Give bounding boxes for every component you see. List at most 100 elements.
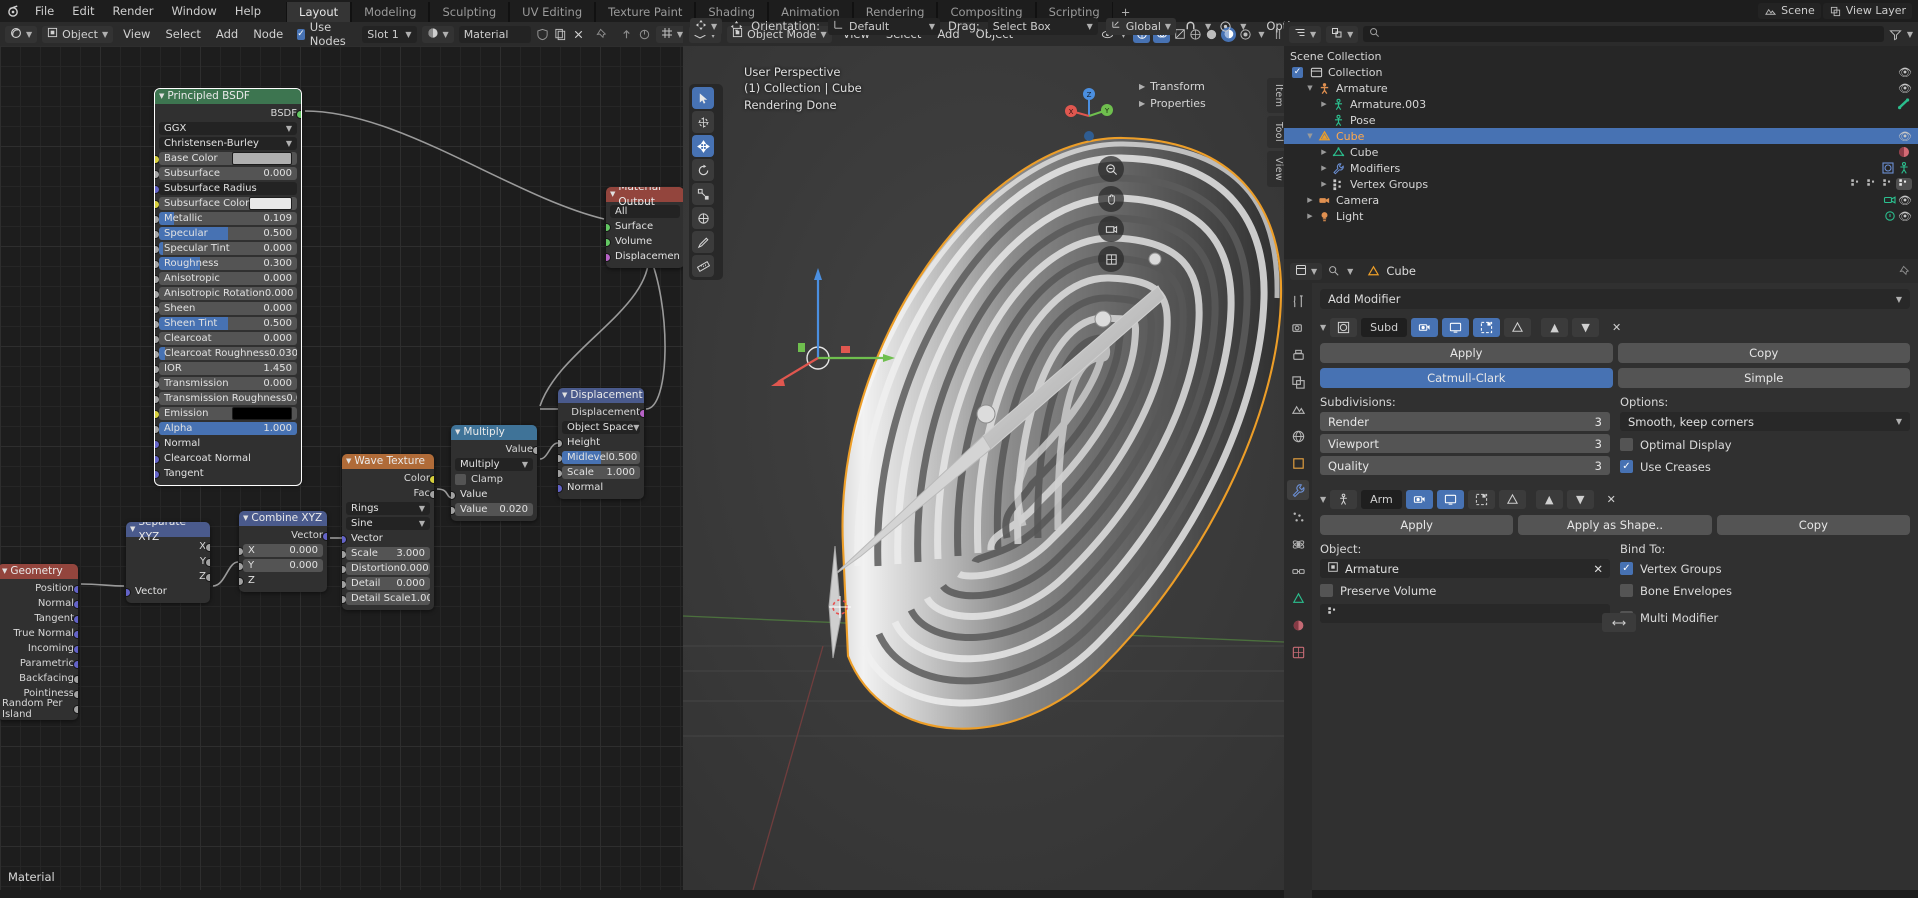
socket-true-normal[interactable]: [73, 630, 78, 639]
node-prop-emission[interactable]: Emission: [155, 407, 297, 420]
viewlayer-selector[interactable]: View Layer: [1822, 3, 1912, 19]
node-geometry[interactable]: ▼ Geometry Position Normal Tangent True N…: [0, 564, 78, 720]
node-menu-node[interactable]: Node: [248, 27, 288, 41]
menu-window[interactable]: Window: [162, 0, 225, 22]
wave-type-dropdown[interactable]: Rings ▼: [346, 502, 430, 515]
node-prop-anisotropic-rotation[interactable]: Anisotropic Rotation 0.000: [155, 287, 297, 300]
node-prop-value1[interactable]: Value: [451, 488, 533, 501]
side-tab-item[interactable]: Item: [1267, 78, 1284, 114]
socket-parametric[interactable]: [73, 660, 78, 669]
node-input-surface[interactable]: Surface: [606, 220, 680, 233]
node-prop-subsurface-radius[interactable]: Subsurface Radius: [155, 182, 297, 195]
node-material-output[interactable]: ▼Material Output All Surface Volume Disp…: [606, 187, 683, 268]
subsurface-color-swatch[interactable]: [249, 197, 292, 210]
node-output-normal[interactable]: Normal: [2, 597, 78, 610]
node-prop-detail[interactable]: Detail 0.000: [342, 577, 430, 590]
expand-triangle-icon[interactable]: ▼: [1320, 495, 1326, 504]
node-displacement[interactable]: ▼ Displacement Displacement Object Space ▼…: [558, 388, 644, 499]
view-axis-gizmo[interactable]: Z Y X: [1059, 86, 1119, 146]
bone-envelopes-checkbox[interactable]: [1620, 584, 1633, 597]
search-input[interactable]: [1363, 26, 1884, 42]
filter-icon[interactable]: [1889, 28, 1902, 41]
expand-triangle-icon[interactable]: ▼: [1320, 323, 1326, 332]
simple-button[interactable]: Simple: [1617, 368, 1910, 388]
move-tool[interactable]: [692, 135, 714, 157]
node-prop-y[interactable]: Y 0.000: [239, 559, 323, 572]
outliner-row-cube-mesh[interactable]: ▶ Cube: [1284, 144, 1918, 160]
socket-position[interactable]: [73, 585, 78, 594]
socket-backfacing[interactable]: [73, 675, 78, 684]
scene-selector[interactable]: Scene: [1758, 3, 1821, 19]
node-prop-normal[interactable]: Normal: [155, 437, 297, 450]
invert-vertex-group-icon[interactable]: [1602, 613, 1636, 632]
add-modifier-button[interactable]: Add Modifier ▼: [1320, 289, 1910, 309]
snap-icon[interactable]: [638, 28, 651, 41]
visibility-toggle[interactable]: 👁: [1898, 194, 1912, 207]
node-separate-xyz[interactable]: ▼Separate XYZ X Y Z Vector: [126, 522, 210, 603]
visibility-toggle[interactable]: 👁: [1898, 130, 1912, 143]
tab-texture-paint[interactable]: Texture Paint: [595, 2, 696, 22]
scene-tab[interactable]: [1287, 399, 1309, 419]
expand-triangle-icon[interactable]: ▶: [1318, 164, 1330, 172]
node-prop-specular[interactable]: Specular 0.500: [155, 227, 297, 240]
node-prop-value2[interactable]: Value 0.020: [451, 503, 533, 516]
vertex-groups-checkbox-row[interactable]: ✓ Vertex Groups: [1620, 559, 1910, 578]
pan-hand-icon[interactable]: [1098, 186, 1124, 212]
data-tab[interactable]: [1287, 588, 1309, 608]
node-header[interactable]: ▼ Wave Texture: [342, 454, 434, 469]
node-output-incoming[interactable]: Incoming: [2, 642, 78, 655]
camera-icon[interactable]: [1098, 216, 1124, 242]
transform-tool[interactable]: [692, 207, 714, 229]
pin-icon[interactable]: [596, 28, 609, 41]
node-prop-subsurface[interactable]: Subsurface 0.000: [155, 167, 297, 180]
node-prop-transmission-roughness[interactable]: Transmission Roughness0.000: [155, 392, 297, 405]
socket-bsdf[interactable]: [296, 110, 301, 119]
properties-filter-icon[interactable]: [1328, 265, 1341, 278]
ortho-persp-icon[interactable]: [1098, 246, 1124, 272]
material-browse-button[interactable]: ▼: [421, 25, 454, 43]
node-principled-bsdf[interactable]: ▼ Principled BSDF BSDF GGX ▼ Christensen-B…: [155, 89, 301, 485]
socket-geo-normal[interactable]: [73, 600, 78, 609]
snap-magnet-icon[interactable]: [1184, 20, 1197, 33]
optimal-display-checkbox[interactable]: [1620, 438, 1633, 451]
outliner-display-mode-button[interactable]: ▼: [1326, 25, 1359, 43]
node-output-tangent[interactable]: Tangent: [2, 612, 78, 625]
node-header[interactable]: ▼Separate XYZ: [126, 522, 210, 543]
outliner-tree[interactable]: Scene Collection ✓ Collection 👁 ▼ Armatu…: [1284, 46, 1918, 261]
node-output-bsdf[interactable]: BSDF: [159, 107, 301, 120]
use-creases-checkbox[interactable]: ✓: [1620, 460, 1633, 473]
node-output-x[interactable]: X: [130, 540, 210, 553]
node-prop-ior[interactable]: IOR 1.450: [155, 362, 297, 375]
node-header[interactable]: ▼ Multiply: [451, 425, 537, 440]
expand-triangle-icon[interactable]: ▶: [1318, 180, 1330, 188]
tab-uv-editing[interactable]: UV Editing: [509, 2, 596, 22]
outliner-row-armature-data[interactable]: ▶ Armature.003: [1284, 96, 1918, 112]
node-math-multiply[interactable]: ▼ Multiply Value Multiply ▼ Clamp Value Va…: [451, 425, 537, 521]
copy-button[interactable]: Copy: [1716, 515, 1910, 535]
node-prop-transmission[interactable]: Transmission 0.000: [155, 377, 297, 390]
blender-logo-icon[interactable]: [0, 0, 26, 22]
node-output-displacement[interactable]: Displacement: [562, 406, 644, 419]
node-prop-base-color[interactable]: Base Color: [155, 152, 297, 165]
editor-type-button[interactable]: ▼: [5, 25, 38, 43]
socket-out-displacement[interactable]: [639, 409, 644, 418]
side-tab-tool[interactable]: Tool: [1267, 116, 1284, 149]
socket-random-per-island[interactable]: [73, 705, 78, 714]
modifier-name-field[interactable]: Arm: [1361, 490, 1402, 509]
material-tab[interactable]: [1287, 615, 1309, 635]
browse-up-icon[interactable]: [620, 28, 633, 41]
transform-space-dropdown[interactable]: Global ▼: [1105, 17, 1177, 35]
node-output-backfacing[interactable]: Backfacing: [2, 672, 78, 685]
node-output-color[interactable]: Color: [346, 472, 434, 485]
proportional-edit-icon[interactable]: [1219, 20, 1232, 33]
node-prop-midlevel[interactable]: Midlevel 0.500: [558, 451, 640, 464]
node-combine-xyz[interactable]: ▼ Combine XYZ Vector X 0.000 Y 0.000 Z: [239, 511, 327, 592]
expand-triangle-icon[interactable]: ▼: [1304, 132, 1316, 140]
node-prop-height[interactable]: Height: [558, 436, 640, 449]
node-wave-texture[interactable]: ▼ Wave Texture Color Fac Rings ▼ Sine ▼ Vec…: [342, 454, 434, 610]
node-menu-add[interactable]: Add: [211, 27, 243, 41]
texture-tab[interactable]: [1287, 642, 1309, 662]
expand-triangle-icon[interactable]: ▶: [1304, 212, 1316, 220]
shader-type-selector[interactable]: Object ▼: [42, 25, 114, 43]
node-output-parametric[interactable]: Parametric: [2, 657, 78, 670]
